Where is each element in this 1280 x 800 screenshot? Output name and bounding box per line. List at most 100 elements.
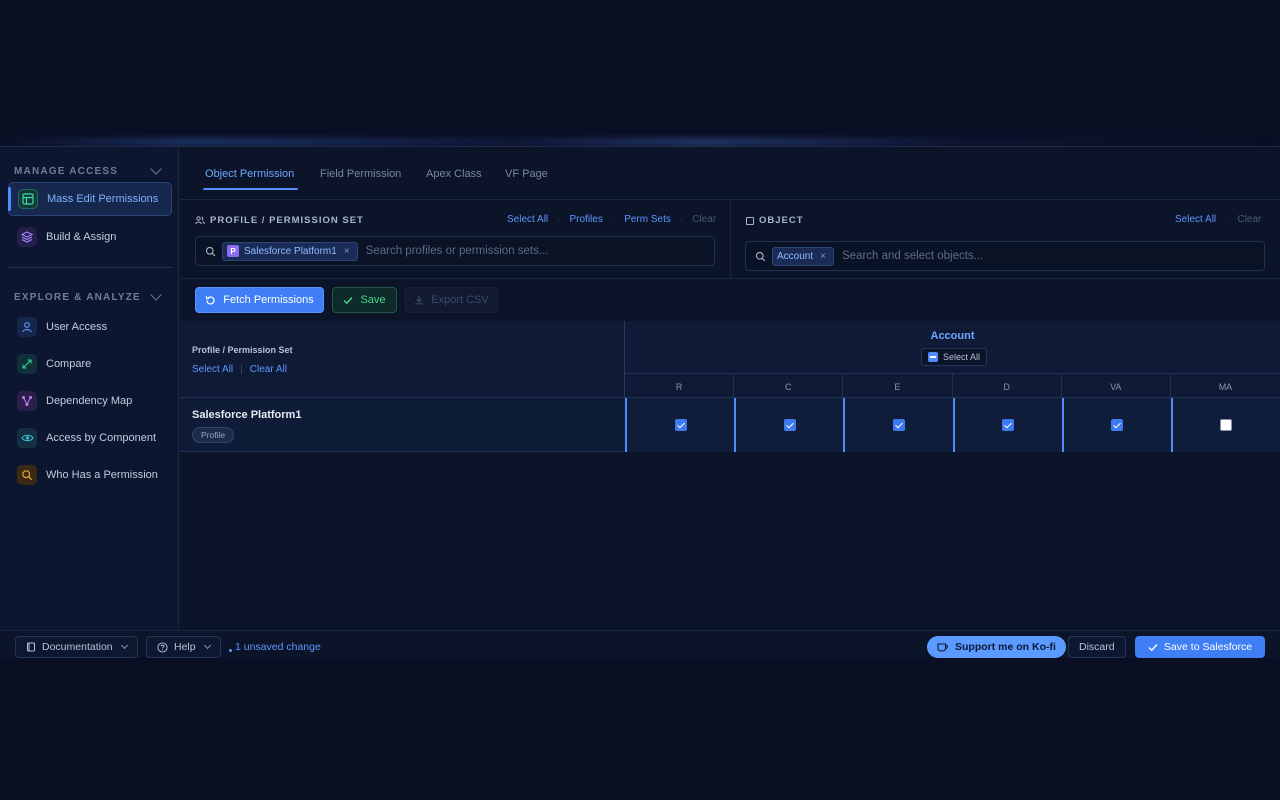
separator-dot: · <box>611 214 616 225</box>
permission-checkbox-e[interactable] <box>892 419 905 431</box>
profile-filter-title: PROFILE / PERMISSION SET <box>210 215 364 226</box>
close-icon[interactable]: × <box>344 246 350 257</box>
permission-cell-va <box>1061 398 1171 452</box>
rows-clear-all-link[interactable]: Clear All <box>250 364 287 375</box>
sidebar-item-mass-edit[interactable]: Mass Edit Permissions <box>8 182 172 216</box>
sidebar-item-user-access[interactable]: User Access <box>8 310 172 344</box>
coffee-cup-icon <box>937 643 948 652</box>
search-icon <box>755 251 766 261</box>
sidebar-item-access-by-component[interactable]: Access by Component <box>8 421 172 455</box>
tab-apex-class[interactable]: Apex Class <box>426 168 482 180</box>
separator-dot: · <box>1225 214 1229 225</box>
unsaved-label: 1 unsaved change <box>235 641 321 653</box>
matrix-right-header: Account Select All R C E D VA MA <box>625 321 1280 399</box>
object-chip[interactable]: Account × <box>772 246 834 266</box>
discard-button[interactable]: Discard <box>1068 636 1126 658</box>
permission-checkbox-d[interactable] <box>1002 419 1015 431</box>
section-title: EXPLORE & ANALYZE <box>14 291 141 303</box>
app-window: MANAGE ACCESS Mass Edit Permissions Buil… <box>0 146 1280 659</box>
sidebar-item-label: Dependency Map <box>46 395 133 407</box>
permission-checkbox-ma[interactable] <box>1220 419 1233 431</box>
profiles-link[interactable]: Profiles <box>569 214 602 225</box>
tab-vf-page[interactable]: VF Page <box>505 168 548 180</box>
help-label: Help <box>174 641 196 653</box>
permission-matrix: Profile / Permission Set Select All | Cl… <box>180 321 1280 452</box>
permission-checkbox-c[interactable] <box>783 419 796 431</box>
table-row: Salesforce Platform1 Profile <box>180 398 1280 452</box>
help-button[interactable]: Help <box>146 636 221 658</box>
object-search-input[interactable]: Account × Search and select objects... <box>745 241 1265 271</box>
tab-field-permission[interactable]: Field Permission <box>320 168 401 180</box>
chevron-down-icon <box>203 641 211 650</box>
profile-select-all-link[interactable]: Select All <box>507 214 548 225</box>
save-to-salesforce-label: Save to Salesforce <box>1163 641 1253 653</box>
permission-cell-d <box>952 398 1062 452</box>
profile-chip[interactable]: P Salesforce Platform1 × <box>222 241 358 261</box>
layers-icon <box>17 227 37 247</box>
separator-dot: · <box>679 214 684 225</box>
tab-object-permission[interactable]: Object Permission <box>202 168 299 190</box>
expand-arrows-icon <box>17 354 37 374</box>
permission-cell-r <box>625 398 735 452</box>
permission-cells <box>625 398 1280 452</box>
chevron-down-icon <box>150 163 162 175</box>
eye-icon <box>17 428 37 448</box>
search-icon <box>205 246 216 256</box>
bottom-backdrop <box>0 658 1280 800</box>
rows-select-all-link[interactable]: Select All <box>192 364 233 375</box>
section-explore[interactable]: EXPLORE & ANALYZE <box>14 289 164 305</box>
top-glow <box>0 138 1280 146</box>
sidebar-divider <box>8 267 172 268</box>
sidebar-item-build-assign[interactable]: Build & Assign <box>8 220 172 254</box>
column-header-ma[interactable]: MA <box>1171 374 1280 399</box>
object-select-all-link[interactable]: Select All <box>1175 214 1216 225</box>
profile-search-input[interactable]: P Salesforce Platform1 × Search profiles… <box>195 236 715 266</box>
matrix-row-actions: Select All | Clear All <box>192 364 287 375</box>
documentation-button[interactable]: Documentation <box>15 636 138 658</box>
column-header-va[interactable]: VA <box>1062 374 1171 399</box>
object-clear-link[interactable]: Clear <box>1237 214 1261 225</box>
column-header-r[interactable]: R <box>625 374 735 399</box>
permission-checkbox-va[interactable] <box>1111 419 1124 431</box>
sidebar-item-dependency-map[interactable]: Dependency Map <box>8 384 172 418</box>
check-icon <box>343 296 353 304</box>
sidebar-item-label: Who Has a Permission <box>46 469 158 481</box>
section-title: MANAGE ACCESS <box>14 165 119 177</box>
permission-checkbox-r[interactable] <box>674 419 687 431</box>
profile-chip-label: Salesforce Platform1 <box>244 245 337 257</box>
object-chip-label: Account <box>777 250 814 262</box>
permission-cell-e <box>843 398 953 452</box>
footer-bar: Documentation Help 1 unsaved change Supp… <box>0 630 1280 659</box>
permission-column-headers: R C E D VA MA <box>625 373 1280 399</box>
sidebar-item-who-has-permission[interactable]: Who Has a Permission <box>8 458 172 492</box>
object-column-title: Account <box>930 330 975 342</box>
column-header-d[interactable]: D <box>953 374 1062 399</box>
export-csv-button[interactable]: Export CSV <box>405 287 498 313</box>
object-select-all-toggle[interactable]: Select All <box>921 348 988 366</box>
action-bar: Fetch Permissions Save Export CSV <box>180 280 1280 320</box>
filter-divider <box>730 201 731 279</box>
fetch-permissions-button[interactable]: Fetch Permissions <box>195 287 324 313</box>
section-manage-access[interactable]: MANAGE ACCESS <box>14 163 164 179</box>
close-icon[interactable]: × <box>820 251 826 262</box>
sidebar-item-label: Access by Component <box>46 432 157 444</box>
chevron-down-icon <box>120 641 128 650</box>
save-to-salesforce-button[interactable]: Save to Salesforce <box>1135 636 1265 658</box>
top-backdrop <box>0 0 1280 146</box>
sidebar: MANAGE ACCESS Mass Edit Permissions Buil… <box>0 147 179 630</box>
sidebar-item-label: User Access <box>46 321 108 333</box>
column-header-c[interactable]: C <box>734 374 844 399</box>
profile-type-badge: Profile <box>192 427 235 443</box>
unsaved-indicator: 1 unsaved change <box>229 641 321 653</box>
column-header-e[interactable]: E <box>843 374 953 399</box>
profile-clear-link[interactable]: Clear <box>692 214 716 225</box>
users-icon <box>195 216 205 225</box>
perm-sets-link[interactable]: Perm Sets <box>624 214 671 225</box>
profile-filter-links: Select All · Profiles · Perm Sets · Clea… <box>507 214 716 225</box>
tab-bar: Object Permission Field Permission Apex … <box>180 147 1280 200</box>
permission-cell-c <box>734 398 844 452</box>
sidebar-item-compare[interactable]: Compare <box>8 347 172 381</box>
save-button[interactable]: Save <box>332 287 397 313</box>
help-circle-icon <box>157 641 168 653</box>
kofi-button[interactable]: Support me on Ko-fi <box>927 636 1066 658</box>
